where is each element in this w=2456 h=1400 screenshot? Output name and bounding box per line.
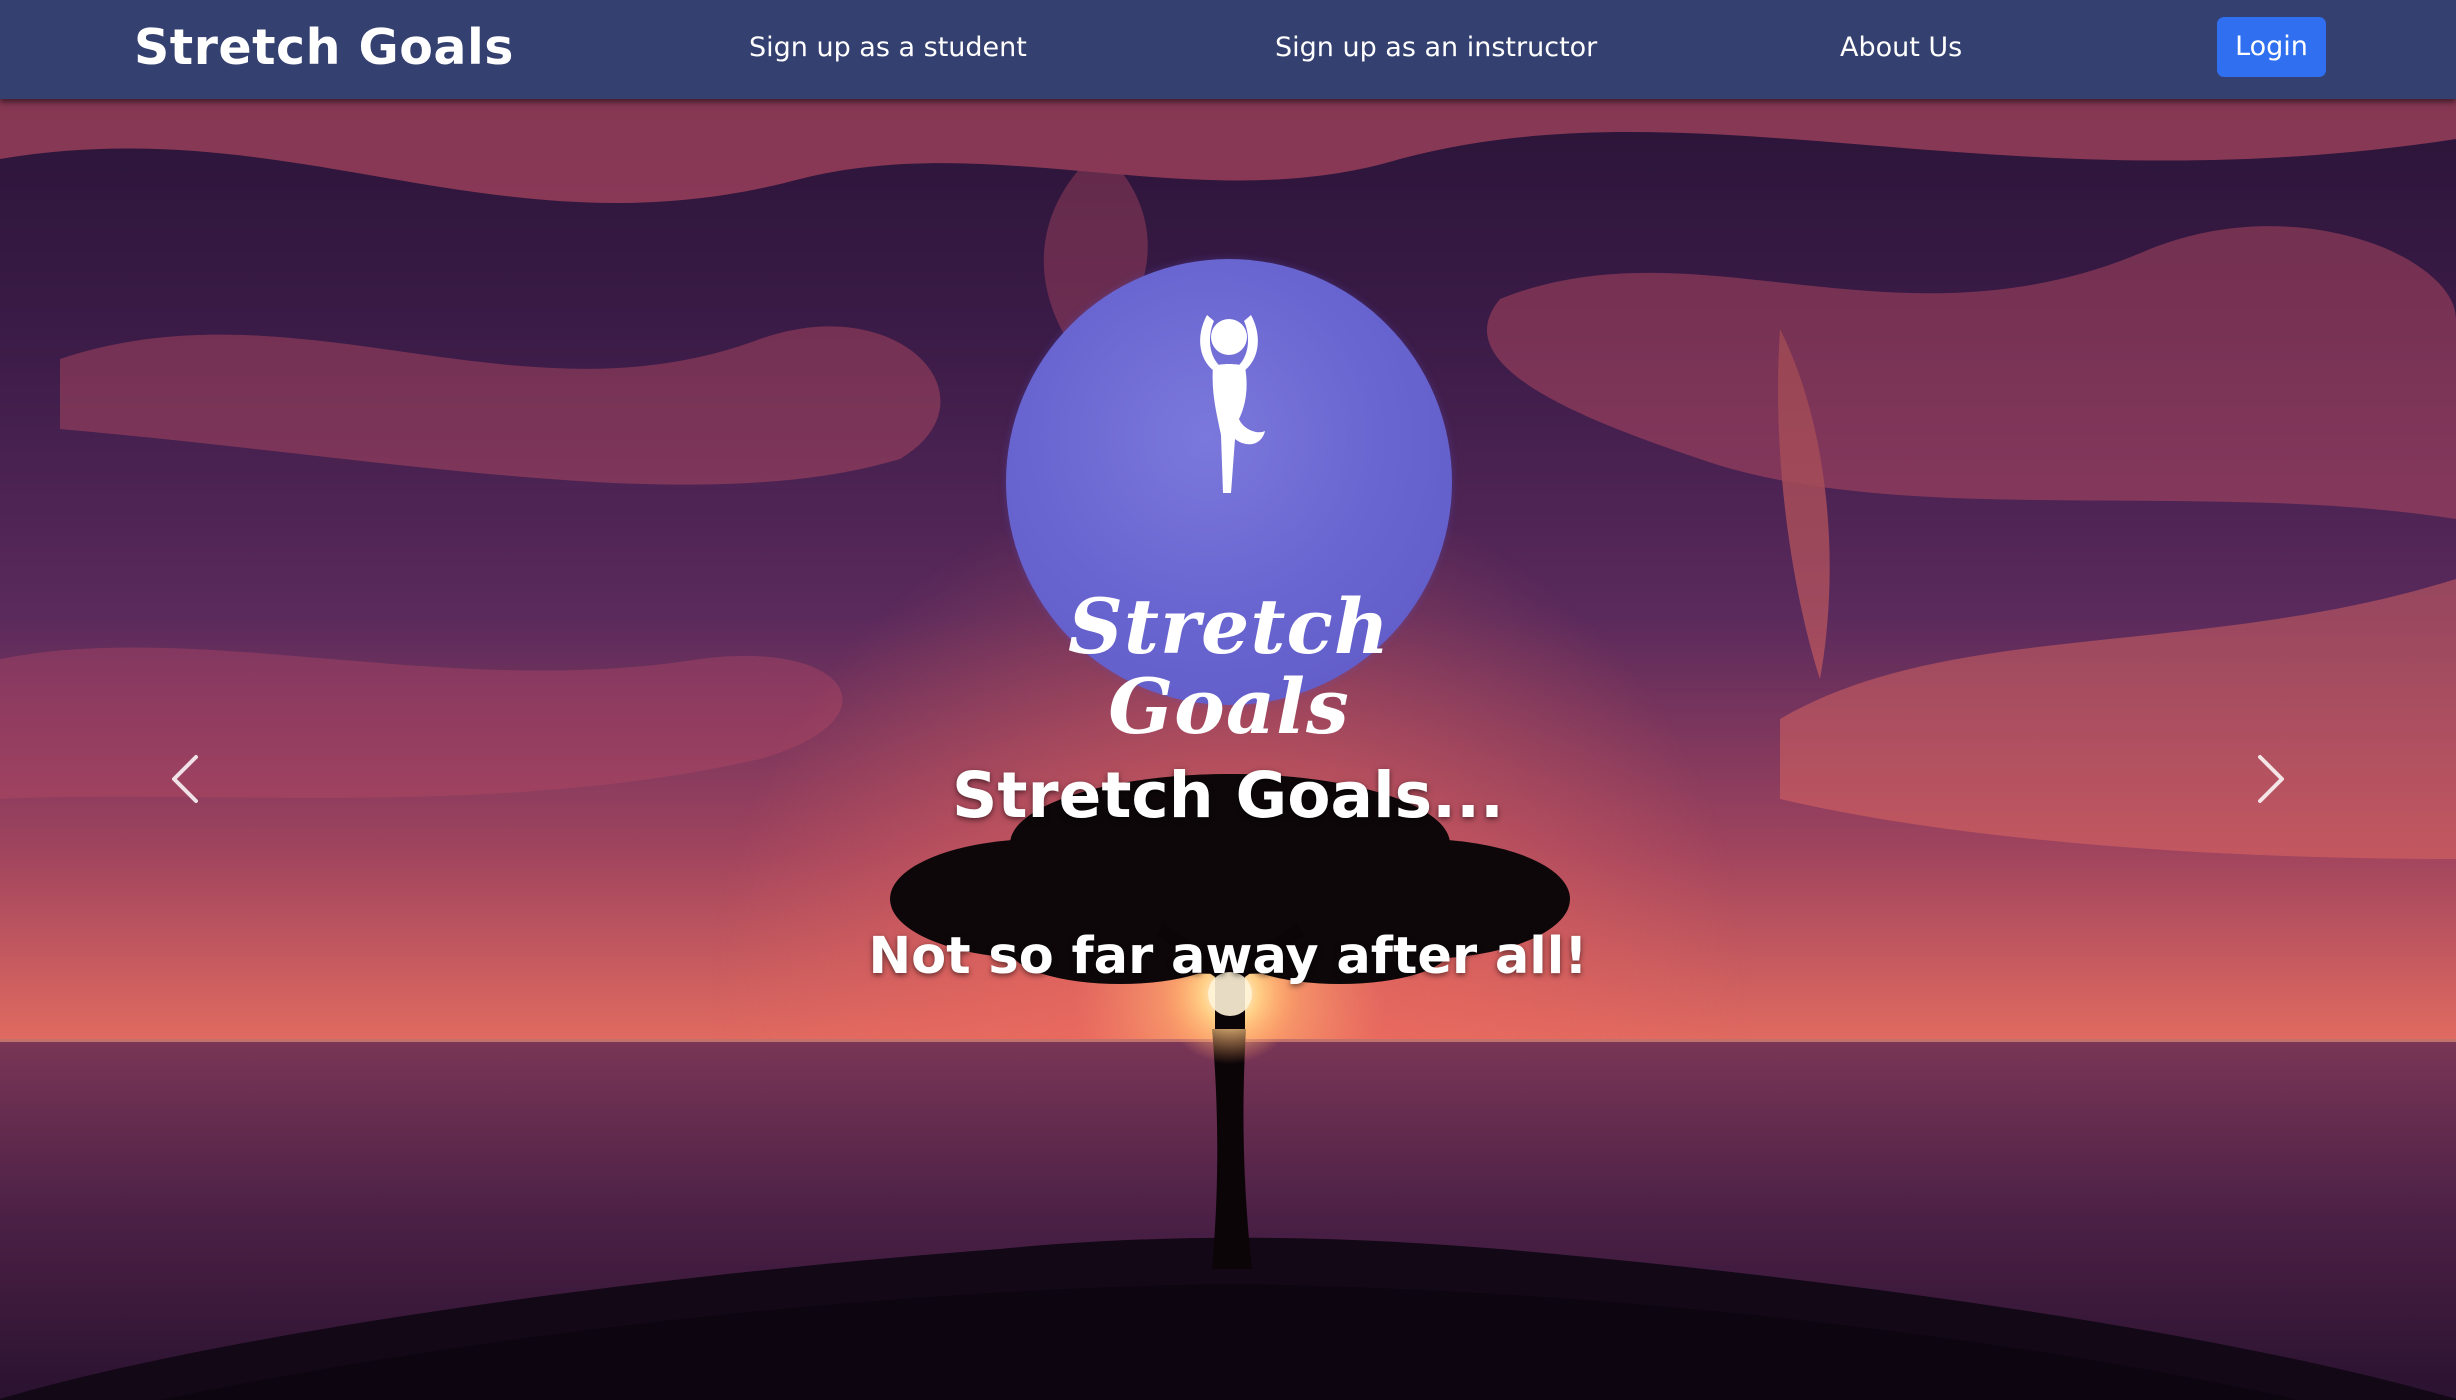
navbar: Stretch Goals Sign up as a student Sign …	[0, 0, 2456, 99]
nav-link-about-us[interactable]: About Us	[1840, 32, 1962, 64]
nav-link-instructor-signup[interactable]: Sign up as an instructor	[1275, 32, 1597, 64]
logo-text-line2: Goals	[1108, 662, 1350, 751]
chevron-right-icon[interactable]	[2240, 739, 2300, 819]
nav-link-student-signup[interactable]: Sign up as a student	[749, 32, 1027, 64]
logo-text-line1: Stretch	[1067, 582, 1391, 671]
brand-logo-text[interactable]: Stretch Goals	[134, 18, 514, 78]
hero-subtitle: Not so far away after all!	[868, 927, 1588, 986]
stretch-goals-logo: Stretch Goals	[1006, 259, 1452, 747]
chevron-left-icon[interactable]	[156, 739, 216, 819]
hero-title: Stretch Goals...	[952, 759, 1504, 832]
login-button[interactable]: Login	[2217, 17, 2326, 77]
hero-carousel: Stretch Goals Stretch Goals... Not so fa…	[0, 99, 2456, 1400]
yoga-tree-pose-icon	[1200, 315, 1265, 493]
